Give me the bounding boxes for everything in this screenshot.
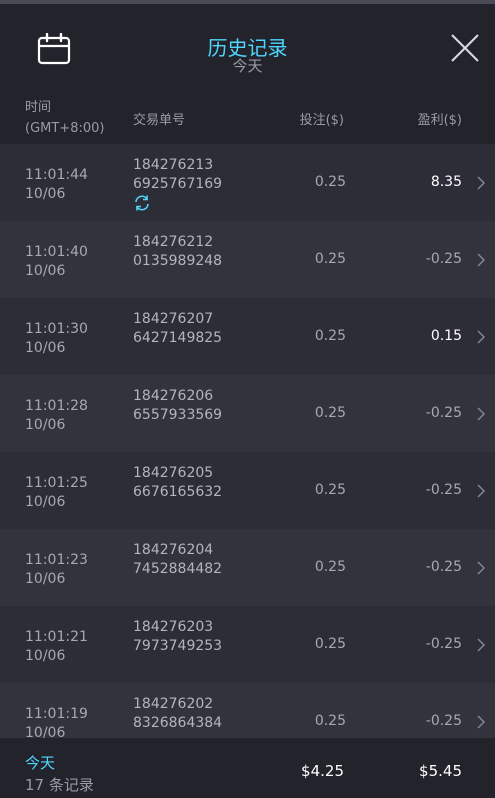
chevron-right-icon xyxy=(477,407,485,421)
row-order-id: 184276206 6557933569 xyxy=(133,388,223,423)
row-time: 11:01:19 10/06 xyxy=(25,706,88,738)
row-profit: -0.25 xyxy=(425,405,462,421)
table-row[interactable]: 11:01:28 10/06 184276206 6557933569 0.25 -… xyxy=(0,375,495,452)
row-profit: -0.25 xyxy=(425,636,462,652)
table-row[interactable]: 11:01:25 10/06 184276205 6676165632 0.25 -… xyxy=(0,452,495,529)
row-order-id: 184276203 7973749253 xyxy=(133,619,223,654)
chevron-right-icon xyxy=(477,561,485,575)
table-row[interactable]: 11:01:19 10/06 184276202 8326864384 0.25 -… xyxy=(0,683,495,738)
column-header-profit: 盈利($) xyxy=(417,113,462,128)
row-order-id: 184276204 7452884482 xyxy=(133,542,223,577)
summary-period: 今天 xyxy=(25,754,56,772)
row-stake: 0.25 xyxy=(314,559,346,575)
table-row[interactable]: 11:01:40 10/06 184276212 0135989248 0.25 -… xyxy=(0,221,495,298)
column-header-time: 时间 xyxy=(25,100,52,115)
total-profit: $5.45 xyxy=(419,762,462,780)
row-stake: 0.25 xyxy=(314,174,346,190)
row-profit: -0.25 xyxy=(425,251,462,267)
row-profit: -0.25 xyxy=(425,713,462,729)
chevron-right-icon xyxy=(477,638,485,652)
row-time: 11:01:30 10/06 xyxy=(25,321,88,356)
record-count: 17 条记录 xyxy=(25,776,94,794)
row-profit: 0.15 xyxy=(430,328,462,344)
row-order-id: 184276205 6676165632 xyxy=(133,465,223,500)
row-stake: 0.25 xyxy=(314,328,346,344)
chevron-right-icon xyxy=(477,330,485,344)
column-header-timezone: (GMT+8:00) xyxy=(25,121,105,136)
row-time: 11:01:21 10/06 xyxy=(25,629,88,664)
table-header: 时间 (GMT+8:00) 交易单号 投注($) 盈利($) xyxy=(0,88,495,144)
table-row[interactable]: 11:01:44 10/06 184276213 6925767169 0.25 8… xyxy=(0,144,495,221)
row-time: 11:01:28 10/06 xyxy=(25,398,88,433)
chevron-right-icon xyxy=(477,484,485,498)
table-row[interactable]: 11:01:21 10/06 184276203 7973749253 0.25 -… xyxy=(0,606,495,683)
chevron-right-icon xyxy=(477,715,485,729)
column-header-stake: 投注($) xyxy=(299,113,344,128)
row-order-id: 184276213 6925767169 xyxy=(133,157,223,192)
page-subtitle: 今天 xyxy=(232,57,263,75)
total-stake: $4.25 xyxy=(301,762,344,780)
table-row[interactable]: 11:01:23 10/06 184276204 7452884482 0.25 -… xyxy=(0,529,495,606)
row-stake: 0.25 xyxy=(314,251,346,267)
row-profit: -0.25 xyxy=(425,559,462,575)
row-time: 11:01:23 10/06 xyxy=(25,552,88,587)
header-bar: 历史记录 今天 xyxy=(0,4,495,88)
refresh-icon[interactable] xyxy=(133,194,151,212)
row-stake: 0.25 xyxy=(314,482,346,498)
close-icon[interactable] xyxy=(449,32,481,64)
row-profit: -0.25 xyxy=(425,482,462,498)
row-order-id: 184276212 0135989248 xyxy=(133,234,223,269)
table-row[interactable]: 11:01:30 10/06 184276207 6427149825 0.25 0… xyxy=(0,298,495,375)
row-time: 11:01:44 10/06 xyxy=(25,167,88,202)
row-stake: 0.25 xyxy=(314,636,346,652)
chevron-right-icon xyxy=(477,176,485,190)
row-time: 11:01:40 10/06 xyxy=(25,244,88,279)
history-list[interactable]: 11:01:44 10/06 184276213 6925767169 0.25 8… xyxy=(0,144,495,738)
row-time: 11:01:25 10/06 xyxy=(25,475,88,510)
row-order-id: 184276202 8326864384 xyxy=(133,696,223,731)
row-profit: 8.35 xyxy=(430,174,462,190)
row-stake: 0.25 xyxy=(314,405,346,421)
column-header-order: 交易单号 xyxy=(133,113,186,128)
row-order-id: 184276207 6427149825 xyxy=(133,311,223,346)
chevron-right-icon xyxy=(477,253,485,267)
summary-footer: 今天 17 条记录 $4.25 $5.45 xyxy=(0,738,495,798)
row-stake: 0.25 xyxy=(314,713,346,729)
